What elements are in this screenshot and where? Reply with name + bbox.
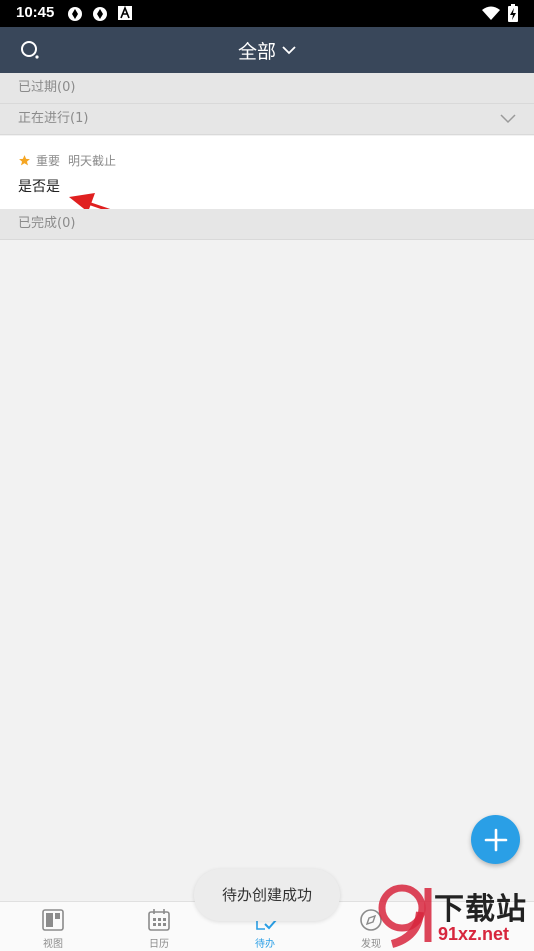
section-expired[interactable]: 已过期(0)	[0, 73, 534, 104]
layout-view-icon	[42, 909, 64, 931]
section-in-progress-label: 正在进行(1)	[18, 111, 89, 126]
plus-icon	[484, 828, 507, 851]
task-title: 是否是	[18, 179, 60, 195]
section-completed-label: 已完成(0)	[18, 216, 76, 231]
star-icon	[19, 155, 30, 166]
section-in-progress[interactable]: 正在进行(1)	[0, 104, 534, 135]
add-todo-button[interactable]	[471, 815, 520, 864]
nav-todo-label: 待办	[255, 939, 275, 950]
watermark-url: 91xz.net	[438, 924, 510, 944]
chevron-down-icon[interactable]	[500, 113, 516, 125]
header-title: 全部	[237, 40, 276, 63]
nav-calendar[interactable]: 日历	[106, 902, 212, 951]
watermark: 下载站 91xz.net	[372, 880, 534, 950]
status-time: 10:45	[16, 4, 55, 21]
section-expired-label: 已过期(0)	[18, 80, 76, 95]
nav-view-label: 视图	[43, 939, 63, 950]
header-bar: 全部	[0, 27, 534, 73]
wifi-icon	[482, 6, 500, 20]
nav-calendar-label: 日历	[149, 939, 169, 950]
filter-dropdown[interactable]: 全部	[0, 27, 534, 73]
android-notification-icon	[118, 6, 132, 20]
task-meta: 重要 明天截止	[18, 152, 124, 169]
section-completed[interactable]: 已完成(0)	[0, 209, 534, 240]
task-due: 明天截止	[68, 154, 117, 168]
nav-view[interactable]: 视图	[0, 902, 106, 951]
chevron-down-icon	[282, 46, 296, 55]
watermark-logo	[378, 884, 432, 948]
watermark-text: 下载站	[434, 892, 527, 927]
app-notification-icon	[68, 7, 82, 21]
toast-message: 待办创建成功	[194, 869, 340, 921]
battery-charging-icon	[508, 4, 518, 22]
app-notification-icon-2	[93, 7, 107, 21]
task-priority: 重要	[36, 154, 61, 168]
calendar-icon	[148, 909, 170, 931]
status-bar: 10:45	[0, 0, 534, 27]
